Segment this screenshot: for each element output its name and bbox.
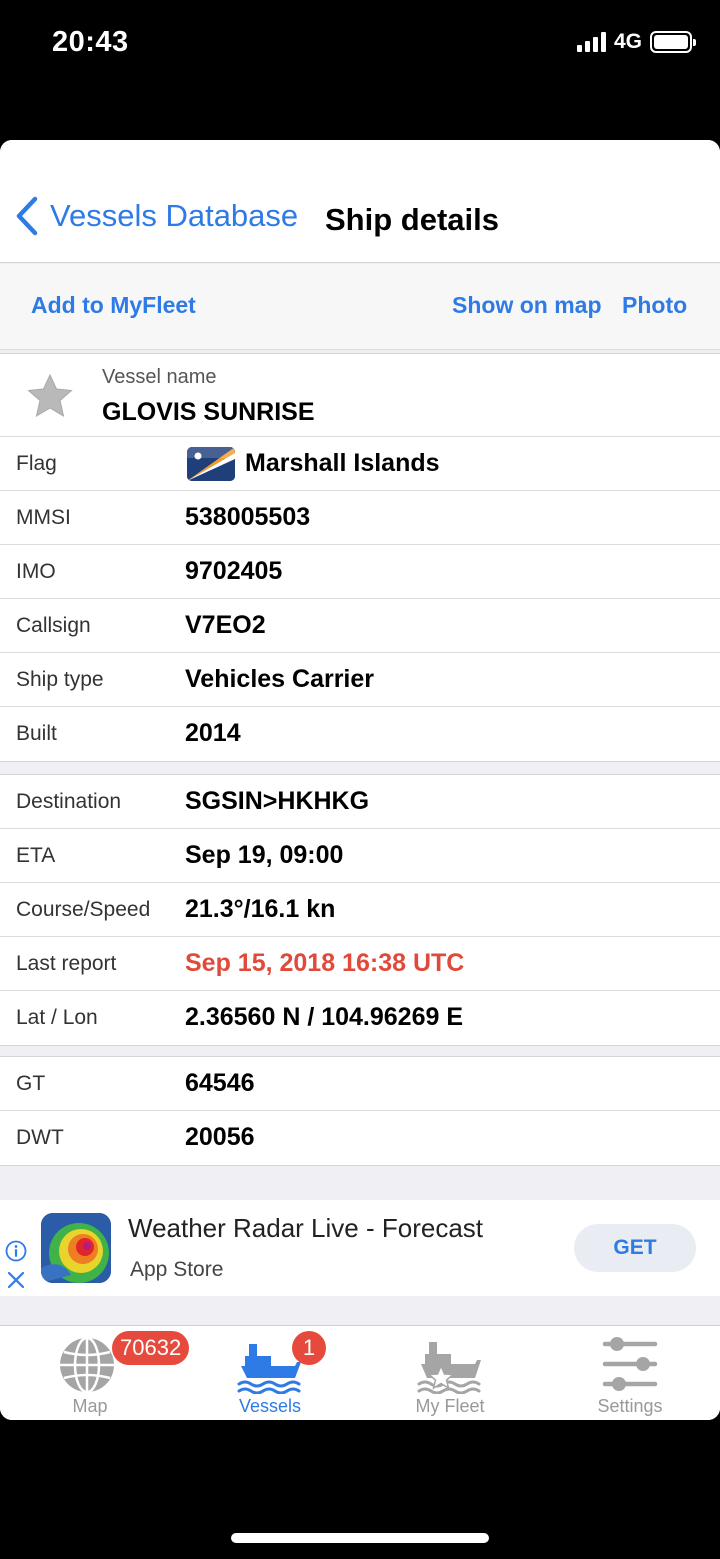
row-label: MMSI [16,506,71,529]
battery-icon [650,31,696,53]
row-label: Flag [16,452,57,475]
row-label: ETA [16,844,56,867]
row-value: Sep 19, 09:00 [185,841,344,869]
row-value: V7EO2 [185,611,266,639]
row-value: 2.36560 N / 104.96269 E [185,1003,464,1031]
vessel-identity-group: Vessel name GLOVIS SUNRISE Flag Marshall… [0,353,720,762]
status-time: 20:43 [52,26,129,58]
vessel-name-row: Vessel name GLOVIS SUNRISE [0,354,720,437]
row-value: 21.3°/16.1 kn [185,895,336,923]
row-label: Course/Speed [16,898,151,921]
row-value: 9702405 [185,557,283,585]
vessel-name-value: GLOVIS SUNRISE [102,398,315,426]
row-label: Lat / Lon [16,1006,98,1029]
detail-row-flag: Flag Marshall Islands [0,437,720,491]
voyage-group: Destination SGSIN>HKHKG ETA Sep 19, 09:0… [0,774,720,1046]
row-value: 20056 [185,1123,255,1151]
fleet-ship-star-icon [417,1342,481,1394]
photo-button[interactable]: Photo [622,292,687,319]
vessel-name-label: Vessel name [102,366,217,388]
row-value: SGSIN>HKHKG [185,787,370,815]
star-icon[interactable] [26,372,74,420]
page-title: Ship details [325,202,499,237]
back-label: Vessels Database [50,198,299,233]
row-label: Ship type [16,668,104,691]
detail-row-lat-lon: Lat / Lon 2.36560 N / 104.96269 E [0,991,720,1045]
detail-row-imo: IMO 9702405 [0,545,720,599]
add-to-myfleet-button[interactable]: Add to MyFleet [31,292,196,319]
row-label: Destination [16,790,122,813]
home-indicator[interactable] [231,1533,489,1543]
row-label: IMO [16,560,56,583]
row-value: Vehicles Carrier [185,665,375,693]
row-value: 2014 [185,719,241,747]
status-bar: 20:43 4G [0,0,720,90]
row-label: Built [16,722,57,745]
tonnage-group: GT 64546 DWT 20056 [0,1056,720,1166]
detail-row-course-speed: Course/Speed 21.3°/16.1 kn [0,883,720,937]
row-value: Sep 15, 2018 16:38 UTC [185,949,465,977]
detail-row-eta: ETA Sep 19, 09:00 [0,829,720,883]
ad-banner[interactable]: Weather Radar Live - Forecast App Store … [0,1200,720,1296]
tab-label: Settings [597,1396,663,1416]
row-value: Marshall Islands [245,449,440,477]
map-badge: 70632 [112,1331,190,1365]
detail-row-last-report: Last report Sep 15, 2018 16:38 UTC [0,937,720,991]
tab-label: My Fleet [415,1396,485,1416]
flag-icon [187,447,235,481]
network-type: 4G [613,30,642,53]
tab-settings[interactable]: Settings [540,1326,720,1420]
tab-my-fleet[interactable]: My Fleet [360,1326,540,1420]
status-indicators: 4G [576,30,696,54]
detail-row-dwt: DWT 20056 [0,1111,720,1165]
tab-vessels[interactable]: 1 Vessels [180,1326,360,1420]
ad-title[interactable]: Weather Radar Live - Forecast [128,1213,483,1244]
info-icon[interactable] [5,1240,27,1262]
ad-subtitle: App Store [130,1258,224,1281]
get-button[interactable]: GET [574,1224,696,1272]
action-bar: Add to MyFleet Show on map Photo [0,264,720,350]
tab-label: Map [72,1396,108,1416]
weather-radar-app-icon[interactable] [41,1213,111,1283]
vessels-badge: 1 [292,1331,326,1365]
row-label: DWT [16,1126,64,1149]
back-button[interactable]: Vessels Database [14,196,298,236]
close-icon[interactable] [6,1270,26,1290]
detail-row-destination: Destination SGSIN>HKHKG [0,775,720,829]
chevron-left-icon [16,196,38,236]
tab-bar: 70632 Map 1 Vessels My Fleet Settings [0,1325,720,1420]
navigation-bar: Vessels Database Ship details [0,140,720,263]
detail-row-gt: GT 64546 [0,1057,720,1111]
ship-details-screen: Vessels Database Ship details Add to MyF… [0,140,720,1420]
detail-row-mmsi: MMSI 538005503 [0,491,720,545]
detail-row-ship-type: Ship type Vehicles Carrier [0,653,720,707]
sliders-icon [602,1337,658,1391]
row-value: 538005503 [185,503,311,531]
tab-label: Vessels [238,1396,302,1416]
detail-row-built: Built 2014 [0,707,720,761]
row-label: Callsign [16,614,91,637]
row-label: Last report [16,952,117,975]
row-label: GT [16,1072,46,1095]
detail-row-callsign: Callsign V7EO2 [0,599,720,653]
tab-map[interactable]: 70632 Map [0,1326,190,1420]
row-value: 64546 [185,1069,255,1097]
signal-icon [576,32,606,52]
show-on-map-button[interactable]: Show on map [452,292,602,319]
